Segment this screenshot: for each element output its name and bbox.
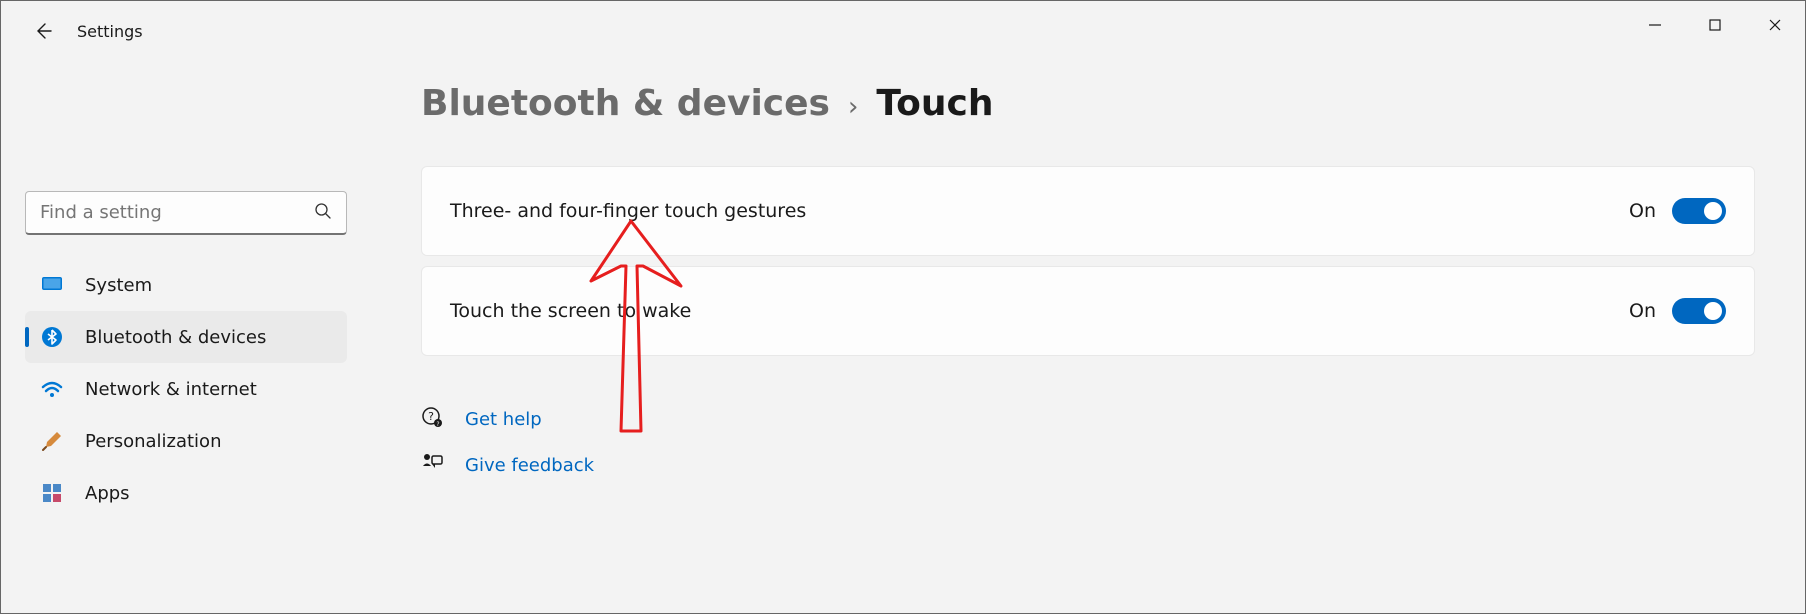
sidebar-item-bluetooth-devices[interactable]: Bluetooth & devices: [25, 311, 347, 363]
maximize-button[interactable]: [1685, 1, 1745, 49]
sidebar-item-apps[interactable]: Apps: [25, 467, 347, 519]
brush-icon: [41, 430, 63, 452]
back-button[interactable]: [23, 11, 63, 51]
sidebar-item-network-internet[interactable]: Network & internet: [25, 363, 347, 415]
sidebar-item-label: System: [85, 275, 152, 296]
sidebar-item-personalization[interactable]: Personalization: [25, 415, 347, 467]
breadcrumb-parent[interactable]: Bluetooth & devices: [421, 83, 830, 124]
search-input[interactable]: [40, 202, 314, 223]
setting-label: Touch the screen to wake: [450, 300, 1629, 322]
wifi-icon: [41, 378, 63, 400]
sidebar-item-label: Bluetooth & devices: [85, 327, 266, 348]
minimize-button[interactable]: [1625, 1, 1685, 49]
svg-text:?: ?: [428, 410, 434, 423]
svg-text:?: ?: [436, 421, 439, 428]
sidebar-item-label: Apps: [85, 483, 130, 504]
feedback-icon: [421, 452, 443, 478]
toggle-state-label: On: [1629, 300, 1656, 322]
chevron-right-icon: ›: [848, 92, 858, 122]
page-title: Touch: [876, 83, 993, 124]
search-icon: [314, 202, 332, 224]
bluetooth-icon: [41, 326, 63, 348]
setting-row-gestures: Three- and four-finger touch gestures On: [421, 166, 1755, 256]
close-button[interactable]: [1745, 1, 1805, 49]
get-help-link[interactable]: Get help: [465, 409, 542, 430]
toggle-gestures[interactable]: [1672, 198, 1726, 224]
toggle-touch-wake[interactable]: [1672, 298, 1726, 324]
search-input-wrapper[interactable]: [25, 191, 347, 235]
system-icon: [41, 274, 63, 296]
maximize-icon: [1708, 18, 1722, 32]
setting-row-touch-wake: Touch the screen to wake On: [421, 266, 1755, 356]
sidebar-item-system[interactable]: System: [25, 259, 347, 311]
arrow-left-icon: [33, 21, 53, 41]
breadcrumb: Bluetooth & devices › Touch: [421, 83, 1755, 124]
help-icon: ??: [421, 406, 443, 432]
apps-icon: [41, 482, 63, 504]
close-icon: [1768, 18, 1782, 32]
give-feedback-link[interactable]: Give feedback: [465, 455, 594, 476]
setting-label: Three- and four-finger touch gestures: [450, 200, 1629, 222]
app-title: Settings: [77, 22, 143, 41]
toggle-state-label: On: [1629, 200, 1656, 222]
sidebar-item-label: Network & internet: [85, 379, 257, 400]
sidebar-item-label: Personalization: [85, 431, 221, 452]
minimize-icon: [1648, 18, 1662, 32]
